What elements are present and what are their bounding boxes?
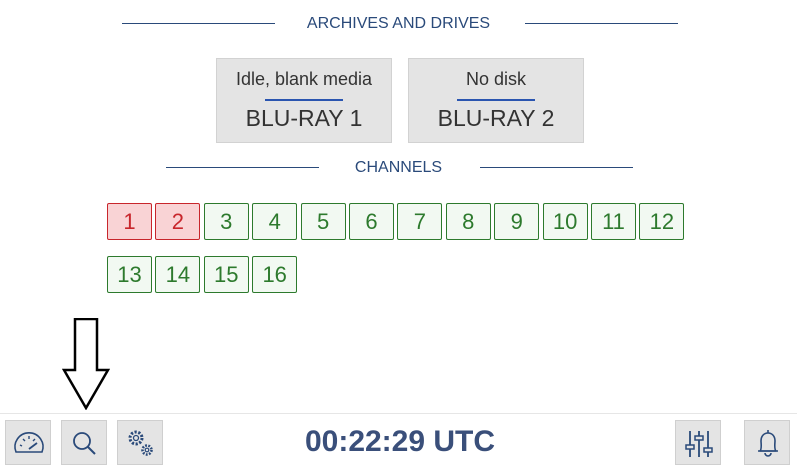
footer-bar: 00:22:29 UTC <box>0 413 797 469</box>
drive-bluray-2[interactable]: No disk BLU-RAY 2 <box>408 58 584 143</box>
utc-clock: 00:22:29 UTC <box>304 425 496 458</box>
drive-name: BLU-RAY 1 <box>245 105 363 131</box>
drive-name: BLU-RAY 2 <box>437 105 555 131</box>
channel-button-5[interactable]: 5 <box>300 203 346 240</box>
bell-icon <box>758 430 778 457</box>
drive-bluray-1[interactable]: Idle, blank media BLU-RAY 1 <box>216 58 392 143</box>
channel-button-10[interactable]: 10 <box>542 203 588 240</box>
search-button[interactable] <box>61 420 107 465</box>
channel-button-1[interactable]: 1 <box>107 203 152 240</box>
header-rule-right <box>480 167 633 168</box>
channel-button-16[interactable]: 16 <box>252 256 298 293</box>
channel-button-2[interactable]: 2 <box>155 203 201 240</box>
dashboard-button[interactable] <box>5 420 51 465</box>
channel-button-7[interactable]: 7 <box>397 203 443 240</box>
channel-button-13[interactable]: 13 <box>107 256 152 293</box>
header-rule-right <box>525 23 678 24</box>
notifications-button[interactable] <box>744 420 790 465</box>
channel-button-11[interactable]: 11 <box>591 203 636 240</box>
channel-button-9[interactable]: 9 <box>494 203 540 240</box>
drive-status: Idle, blank media <box>235 69 373 89</box>
mixer-button[interactable] <box>675 420 721 465</box>
drive-divider <box>457 99 535 101</box>
down-arrow-icon <box>62 318 110 410</box>
channel-button-4[interactable]: 4 <box>252 203 298 240</box>
channel-button-14[interactable]: 14 <box>155 256 201 293</box>
channel-button-6[interactable]: 6 <box>349 203 394 240</box>
channels-title: CHANNELS <box>354 159 443 176</box>
settings-button[interactable] <box>117 420 163 465</box>
dashboard-gauge-icon <box>14 432 44 453</box>
channel-button-3[interactable]: 3 <box>203 203 249 240</box>
channels-section-header: CHANNELS <box>0 156 797 180</box>
drive-status: No disk <box>465 69 527 89</box>
drive-divider <box>265 99 343 101</box>
channel-button-12[interactable]: 12 <box>639 203 685 240</box>
search-icon <box>73 432 96 455</box>
channel-button-15[interactable]: 15 <box>203 256 249 293</box>
archives-section-header: ARCHIVES AND DRIVES <box>0 12 797 36</box>
settings-gears-icon <box>128 430 153 456</box>
archives-title: ARCHIVES AND DRIVES <box>306 15 491 32</box>
mixer-sliders-icon <box>685 431 713 457</box>
channel-button-8[interactable]: 8 <box>445 203 491 240</box>
